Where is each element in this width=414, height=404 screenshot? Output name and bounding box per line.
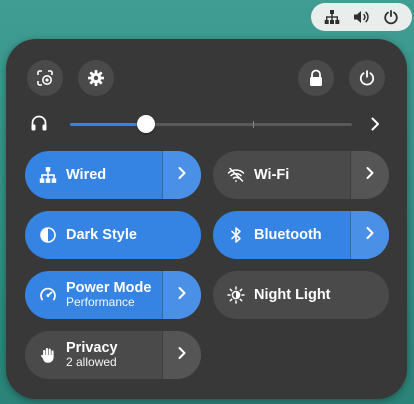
power-icon bbox=[383, 9, 399, 25]
toggle-wifi[interactable]: Wi-Fi bbox=[213, 151, 389, 199]
top-bar bbox=[0, 0, 414, 36]
toggle-wired-main[interactable]: Wired bbox=[25, 151, 162, 199]
quick-settings-panel: Wired Wi-Fi Dark Style Bluetooth Power M… bbox=[6, 39, 407, 399]
dark-style-icon bbox=[39, 226, 57, 244]
toggle-dark-style[interactable]: Dark Style bbox=[25, 211, 201, 259]
privacy-hand-icon bbox=[39, 346, 57, 364]
toggle-power-mode-main[interactable]: Power Mode Performance bbox=[25, 271, 162, 319]
lock-icon bbox=[308, 69, 324, 87]
chevron-right-icon bbox=[174, 165, 190, 186]
system-tray[interactable] bbox=[311, 3, 412, 31]
toggle-privacy-subtitle: 2 allowed bbox=[66, 355, 117, 370]
volume-slider-fill bbox=[70, 123, 147, 126]
toggle-wired-menu-button[interactable] bbox=[162, 151, 201, 199]
volume-menu-chevron-icon[interactable] bbox=[366, 115, 384, 133]
toggle-wifi-label: Wi-Fi bbox=[254, 166, 290, 183]
chevron-right-icon bbox=[174, 285, 190, 306]
night-light-icon bbox=[227, 286, 245, 304]
toggle-wired[interactable]: Wired bbox=[25, 151, 201, 199]
volume-slider[interactable] bbox=[70, 115, 352, 133]
toggle-privacy[interactable]: Privacy 2 allowed bbox=[25, 331, 201, 379]
toggle-power-mode-subtitle: Performance bbox=[66, 295, 135, 310]
chevron-right-icon bbox=[362, 225, 378, 246]
toggle-power-mode-menu-button[interactable] bbox=[162, 271, 201, 319]
toggle-night-light-label: Night Light bbox=[254, 286, 331, 303]
toggle-wifi-main[interactable]: Wi-Fi bbox=[213, 151, 350, 199]
power-icon bbox=[358, 69, 376, 87]
toggle-bluetooth[interactable]: Bluetooth bbox=[213, 211, 389, 259]
toggle-night-light[interactable]: Night Light bbox=[213, 271, 389, 319]
toggle-bluetooth-menu-button[interactable] bbox=[350, 211, 389, 259]
screenshot-button[interactable] bbox=[27, 60, 63, 96]
chevron-right-icon bbox=[362, 165, 378, 186]
screenshot-icon bbox=[36, 69, 54, 87]
toggle-bluetooth-main[interactable]: Bluetooth bbox=[213, 211, 350, 259]
wifi-disabled-icon bbox=[227, 166, 245, 184]
toggle-power-mode[interactable]: Power Mode Performance bbox=[25, 271, 201, 319]
settings-icon bbox=[87, 69, 105, 87]
power-mode-icon bbox=[39, 286, 57, 304]
bluetooth-icon bbox=[227, 226, 245, 244]
toggle-bluetooth-label: Bluetooth bbox=[254, 226, 322, 243]
network-wired-icon bbox=[39, 166, 57, 184]
toggle-dark-style-label: Dark Style bbox=[66, 226, 137, 243]
volume-slider-handle[interactable] bbox=[137, 115, 156, 133]
chevron-right-icon bbox=[174, 345, 190, 366]
volume-boost-mark bbox=[253, 121, 255, 128]
power-button[interactable] bbox=[349, 60, 385, 96]
lock-button[interactable] bbox=[298, 60, 334, 96]
network-wired-icon bbox=[324, 9, 340, 25]
toggle-power-mode-label: Power Mode bbox=[66, 279, 152, 296]
toggle-privacy-menu-button[interactable] bbox=[162, 331, 201, 379]
headphones-icon[interactable] bbox=[30, 114, 48, 132]
toggle-dark-style-main[interactable]: Dark Style bbox=[25, 211, 201, 259]
toggle-night-light-main[interactable]: Night Light bbox=[213, 271, 389, 319]
toggle-privacy-main[interactable]: Privacy 2 allowed bbox=[25, 331, 162, 379]
toggle-privacy-label: Privacy bbox=[66, 339, 118, 356]
volume-icon bbox=[353, 9, 370, 25]
settings-button[interactable] bbox=[78, 60, 114, 96]
toggle-wired-label: Wired bbox=[66, 166, 107, 183]
toggle-wifi-menu-button[interactable] bbox=[350, 151, 389, 199]
